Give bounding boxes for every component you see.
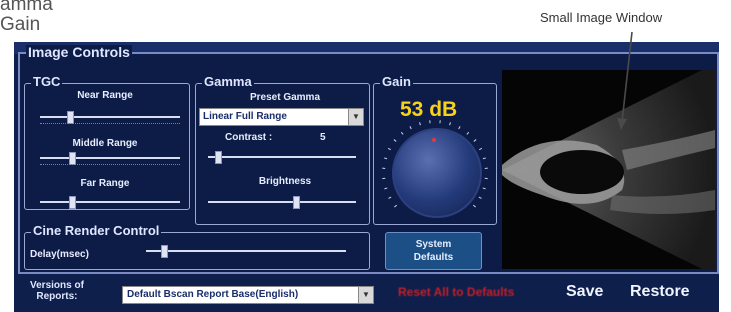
gain-tick: [466, 131, 470, 135]
gain-tick: [482, 157, 486, 160]
preset-gamma-select[interactable]: Linear Full Range ▼: [199, 108, 364, 126]
near-range-label: Near Range: [77, 90, 133, 101]
contrast-thumb[interactable]: [215, 151, 223, 164]
doc-text-line2: Gain: [0, 14, 41, 35]
far-range-label: Far Range: [80, 178, 130, 189]
system-defaults-button[interactable]: System Defaults: [385, 232, 482, 270]
callout-label: Small Image Window: [540, 10, 663, 25]
gain-tick: [458, 126, 461, 130]
gain-tick: [388, 196, 392, 199]
gain-tick: [394, 204, 398, 208]
gain-tick: [472, 204, 476, 208]
contrast-slider[interactable]: [208, 151, 356, 164]
gain-tick: [400, 131, 404, 135]
near-range-ticks: [40, 123, 180, 127]
middle-range-slider[interactable]: [40, 152, 180, 165]
middle-range-label: Middle Range: [72, 138, 138, 149]
delay-slider[interactable]: [146, 245, 346, 258]
system-defaults-line2: Defaults: [413, 252, 454, 263]
small-image-window[interactable]: [502, 70, 715, 269]
gamma-title: Gamma: [202, 74, 254, 89]
brightness-thumb[interactable]: [292, 196, 300, 209]
tgc-title: TGC: [31, 74, 63, 89]
gain-tick: [419, 122, 421, 126]
report-version-select[interactable]: Default Bscan Report Base(English) ▼: [122, 286, 374, 304]
reset-all-button[interactable]: Reset All to Defaults: [398, 285, 514, 299]
system-defaults-line1: System: [415, 239, 452, 250]
near-range-slider[interactable]: [40, 111, 180, 124]
gain-tick: [473, 139, 477, 142]
gain-tick: [449, 122, 451, 126]
delay-label: Delay(msec): [30, 249, 89, 260]
gain-tick: [482, 187, 486, 190]
gain-tick: [393, 139, 397, 142]
contrast-value: 5: [320, 132, 326, 143]
brightness-label: Brightness: [258, 176, 312, 187]
versions-line1: Versions of: [30, 280, 84, 291]
preset-gamma-label: Preset Gamma: [249, 92, 321, 103]
gain-tick: [478, 196, 482, 199]
gain-tick: [409, 126, 412, 130]
contrast-label: Contrast :: [225, 132, 273, 143]
save-button[interactable]: Save: [566, 283, 603, 301]
brightness-slider[interactable]: [208, 196, 356, 209]
report-version-value: Default Bscan Report Base(English): [127, 289, 299, 300]
image-controls-title: Image Controls: [26, 44, 132, 60]
gain-knob-ticks: [382, 120, 488, 208]
ultrasound-image: [502, 70, 715, 269]
preset-gamma-value: Linear Full Range: [203, 111, 287, 122]
dropdown-arrow-icon[interactable]: ▼: [348, 109, 363, 125]
dropdown-arrow-icon[interactable]: ▼: [358, 287, 373, 303]
versions-line2: Reports:: [36, 291, 78, 302]
far-range-slider[interactable]: [40, 196, 180, 209]
restore-button[interactable]: Restore: [630, 283, 690, 301]
gain-title: Gain: [380, 74, 413, 89]
cine-render-title: Cine Render Control: [31, 223, 162, 238]
gain-tick: [384, 187, 388, 190]
delay-thumb[interactable]: [161, 245, 169, 258]
gain-tick: [478, 147, 483, 151]
gain-tick: [387, 147, 392, 151]
versions-of-reports-label: Versions of Reports:: [30, 280, 84, 302]
far-range-thumb[interactable]: [69, 196, 77, 209]
middle-range-ticks: [40, 164, 180, 168]
gain-tick: [384, 157, 388, 160]
